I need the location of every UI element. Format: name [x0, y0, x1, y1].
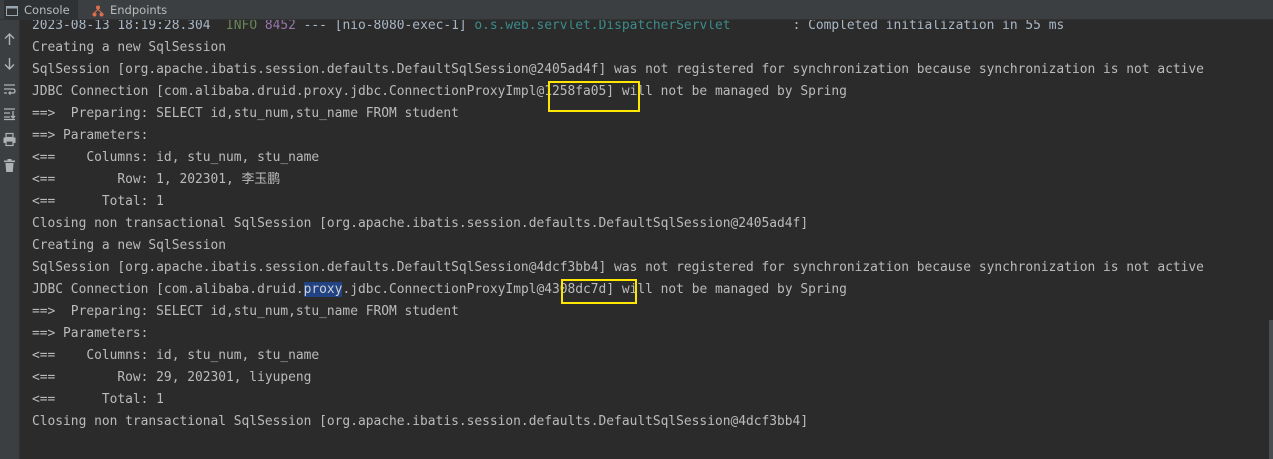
console-line: Creating a new SqlSession: [32, 238, 227, 253]
console-line: <== Columns: id, stu_num, stu_name: [32, 348, 320, 363]
log-pid: 8452: [264, 20, 296, 33]
line-text-before-selection: JDBC Connection [com.alibaba.druid.: [32, 282, 304, 297]
console-line: <== Total: 1: [32, 194, 164, 209]
scroll-to-end-icon[interactable]: [2, 106, 17, 121]
endpoints-icon: [92, 4, 104, 16]
console-line: ==> Parameters:: [32, 128, 157, 143]
tab-console[interactable]: Console: [4, 0, 78, 19]
console-line: ==> Parameters:: [32, 326, 157, 341]
console-line: <== Total: 1: [32, 392, 164, 407]
console-icon: [6, 4, 18, 16]
vertical-scrollbar[interactable]: [1269, 320, 1273, 459]
console-line-with-selection: JDBC Connection [com.alibaba.druid.proxy…: [32, 279, 847, 301]
console-line: Closing non transactional SqlSession [or…: [32, 216, 809, 231]
tab-endpoints[interactable]: Endpoints: [86, 0, 173, 19]
selected-text[interactable]: proxy: [303, 282, 343, 297]
console-line: Creating a new SqlSession: [32, 40, 227, 55]
clear-trash-icon[interactable]: [2, 158, 17, 173]
print-icon[interactable]: [2, 132, 17, 147]
tab-endpoints-label: Endpoints: [110, 2, 168, 17]
console-line: SqlSession [org.apache.ibatis.session.de…: [32, 260, 1204, 275]
log-level: INFO: [226, 20, 258, 33]
console-line-log-header: 2023-08-13 18:19:28.304 INFO 8452 --- [n…: [32, 20, 1064, 37]
log-thread: --- [nio-8080-exec-1]: [295, 20, 475, 33]
console-output[interactable]: 2023-08-13 18:19:28.304 INFO 8452 --- [n…: [20, 20, 1273, 459]
soft-wrap-icon[interactable]: [2, 82, 17, 97]
tab-console-label: Console: [24, 2, 70, 17]
log-message: : Completed initialization in 55 ms: [730, 20, 1065, 33]
log-timestamp: 2023-08-13 18:19:28.304: [32, 20, 211, 33]
console-line: Closing non transactional SqlSession [or…: [32, 414, 809, 429]
console-line: JDBC Connection [com.alibaba.druid.proxy…: [32, 84, 847, 99]
console-line: <== Row: 29, 202301, liyupeng: [32, 370, 312, 385]
arrow-up-icon[interactable]: [2, 32, 17, 47]
arrow-down-icon[interactable]: [2, 56, 17, 71]
console-line: ==> Preparing: SELECT id,stu_num,stu_nam…: [32, 106, 459, 121]
line-text-after-selection: .jdbc.ConnectionProxyImpl@4308dc7d] will…: [342, 282, 847, 297]
console-line: <== Row: 1, 202301, 李玉鹏: [32, 172, 281, 187]
tool-window-tabbar: Console Endpoints: [0, 0, 1273, 20]
console-line: SqlSession [org.apache.ibatis.session.de…: [32, 62, 1204, 77]
console-toolbar: [0, 20, 20, 459]
console-line: ==> Preparing: SELECT id,stu_num,stu_nam…: [32, 304, 459, 319]
console-line: <== Columns: id, stu_num, stu_name: [32, 150, 320, 165]
log-logger[interactable]: o.s.web.servlet.DispatcherServlet: [474, 20, 730, 33]
